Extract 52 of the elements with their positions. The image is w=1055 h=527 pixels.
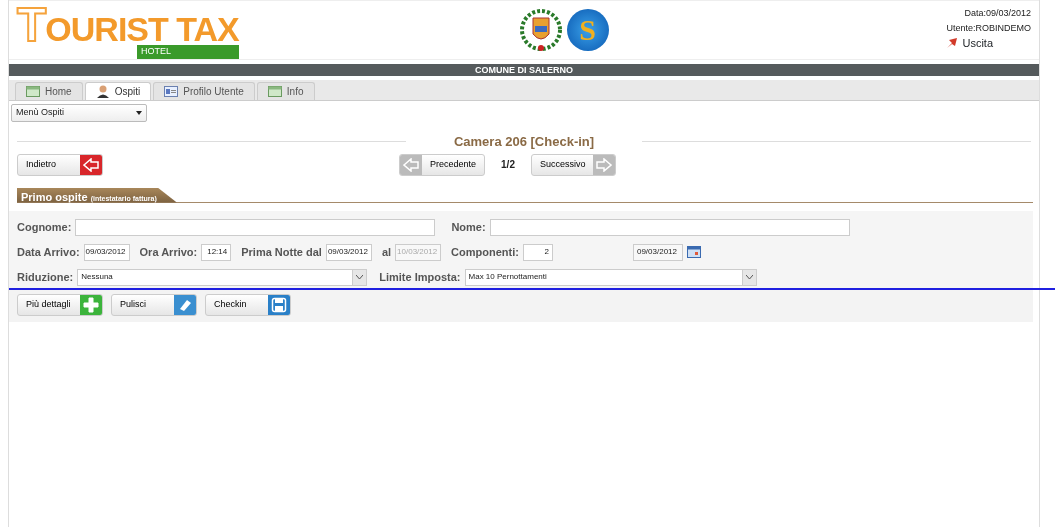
action-button[interactable]: Più dettagli <box>17 293 103 316</box>
select-field[interactable]: Max 10 Pernottamenti <box>464 268 757 286</box>
calendar-icon <box>686 246 701 258</box>
field-label: Limite Imposta: <box>379 269 461 285</box>
input-field: 10/03/2012 <box>395 243 442 261</box>
field-label: Cognome: <box>17 219 72 235</box>
field-label: Componenti: <box>451 244 519 260</box>
input-field[interactable]: 2 <box>522 243 553 261</box>
field-label: Nome: <box>451 219 486 235</box>
window-icon <box>267 86 282 97</box>
logo-subtitle: HOTEL <box>137 45 239 59</box>
save-icon <box>271 296 287 313</box>
person-icon <box>95 85 110 98</box>
page-counter: 1/2 <box>501 158 515 172</box>
tab[interactable]: Profilo Utente <box>153 82 255 100</box>
window-icon <box>26 86 40 97</box>
caret-icon <box>136 111 142 115</box>
chevron-icon <box>745 275 753 279</box>
tab[interactable]: Info <box>256 82 315 100</box>
input-field[interactable]: 09/03/2012 <box>83 243 130 261</box>
field-label: Riduzione: <box>17 269 74 285</box>
arrow-left-icon <box>403 157 419 172</box>
logout-link[interactable]: Uscita <box>946 35 994 51</box>
banner-title: COMUNE DI SALERNO <box>9 64 1039 76</box>
input-field[interactable] <box>75 218 436 236</box>
emblem-logo: S <box>566 9 609 51</box>
tab[interactable]: Ospiti <box>84 82 152 100</box>
back-button[interactable]: Indietro <box>17 153 103 176</box>
page-title: Camera 206 [Check-in] <box>452 133 596 151</box>
date-text: Data:09/03/2012 <box>963 6 1031 20</box>
menu-dropdown[interactable]: Menù Ospiti <box>11 104 147 122</box>
action-button[interactable]: Checkin <box>205 293 291 316</box>
select-field[interactable]: Nessuna <box>77 268 368 286</box>
action-button[interactable]: Pulisci <box>111 293 197 316</box>
plus-icon <box>83 296 99 313</box>
field-label: Data Arrivo: <box>17 244 80 260</box>
user-text: Utente:ROBINDEMO <box>946 21 1031 35</box>
input-field[interactable] <box>489 218 850 236</box>
field-label: al <box>381 244 392 260</box>
tab[interactable]: Home <box>15 82 83 100</box>
arrow-right-icon <box>596 157 613 172</box>
field-label: Prima Notte dal <box>241 244 322 260</box>
coat-of-arms-icon <box>518 8 563 52</box>
arrow-left-icon <box>83 157 99 172</box>
next-button[interactable]: Successivo <box>530 153 617 176</box>
field-label: Ora Arrivo: <box>139 244 198 260</box>
chevron-icon <box>356 275 364 279</box>
input-field[interactable]: 12:14 <box>201 243 232 261</box>
date-field[interactable]: 09/03/2012 <box>632 243 683 261</box>
input-field[interactable]: 09/03/2012 <box>325 243 372 261</box>
previous-button[interactable]: Precedente <box>399 153 486 176</box>
id-card-icon <box>164 86 179 97</box>
